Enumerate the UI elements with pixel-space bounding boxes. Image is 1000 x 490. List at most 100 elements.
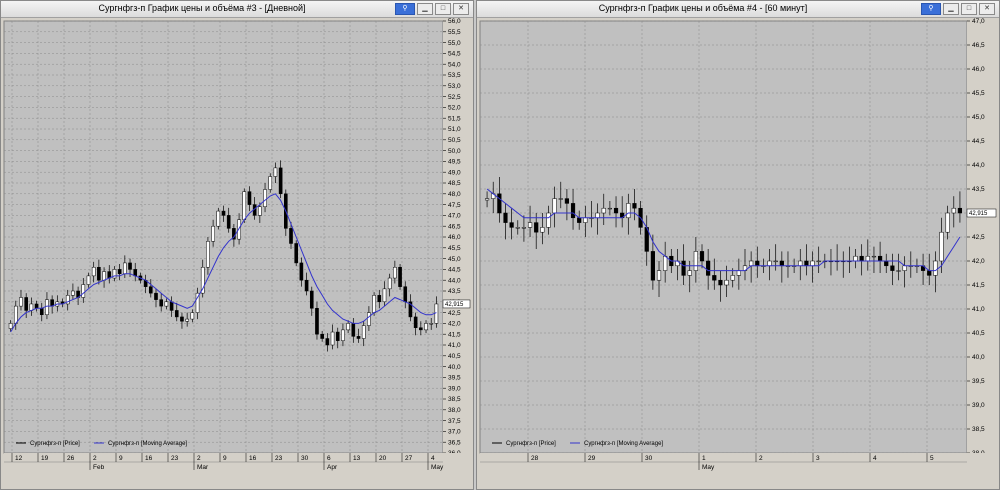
candle-body bbox=[304, 279, 309, 292]
x-month-label: Feb bbox=[93, 464, 105, 471]
candle-body bbox=[552, 198, 557, 214]
right-titlebar[interactable]: Сургнфгз-п График цены и объёма #4 - [60… bbox=[477, 1, 999, 18]
candle-body bbox=[24, 297, 28, 311]
hourly-price-chart[interactable]: 38,038,539,039,540,040,541,041,542,042,5… bbox=[477, 18, 999, 489]
legend-label: Сургнфгз-п [Moving Average] bbox=[584, 441, 663, 447]
candle-body bbox=[767, 260, 772, 267]
x-tick-label: 23 bbox=[275, 455, 283, 462]
pin-icon[interactable]: ⚲ bbox=[921, 3, 941, 15]
candle-body bbox=[816, 260, 821, 263]
candle-body bbox=[945, 212, 950, 233]
candle-body bbox=[403, 286, 408, 303]
y-tick-label: 38,0 bbox=[448, 407, 461, 414]
y-tick-label: 39,5 bbox=[972, 378, 985, 385]
y-tick-label: 56,0 bbox=[448, 18, 461, 25]
candle-body bbox=[515, 227, 520, 229]
candle-body bbox=[361, 325, 366, 339]
y-tick-label: 46,5 bbox=[972, 42, 985, 49]
minimize-button[interactable]: ▁ bbox=[417, 3, 433, 15]
candle-body bbox=[429, 323, 434, 325]
x-tick-label: 9 bbox=[119, 455, 123, 462]
y-tick-label: 52,5 bbox=[448, 94, 461, 101]
candle-body bbox=[309, 290, 314, 309]
candle-body bbox=[798, 260, 803, 267]
y-tick-label: 43,5 bbox=[972, 186, 985, 193]
candle-body bbox=[273, 167, 278, 177]
candle-body bbox=[351, 323, 356, 337]
y-tick-label: 55,0 bbox=[448, 40, 461, 47]
candle-body bbox=[853, 255, 858, 262]
candle-body bbox=[558, 198, 563, 200]
candle-body bbox=[148, 286, 153, 294]
y-tick-label: 47,0 bbox=[972, 18, 985, 25]
y-tick-label: 50,5 bbox=[448, 137, 461, 144]
x-tick-label: 27 bbox=[405, 455, 413, 462]
candle-body bbox=[268, 176, 273, 190]
candle-body bbox=[377, 295, 382, 303]
candle-body bbox=[86, 275, 91, 285]
x-month-label: Apr bbox=[327, 464, 338, 471]
candle-body bbox=[413, 316, 418, 328]
candle-body bbox=[601, 207, 606, 214]
candle-body bbox=[663, 255, 668, 271]
minimize-button[interactable]: ▁ bbox=[943, 3, 959, 15]
candle-body bbox=[91, 266, 96, 277]
candle-body bbox=[878, 255, 883, 262]
y-tick-label: 40,0 bbox=[448, 364, 461, 371]
candle-body bbox=[810, 260, 815, 267]
x-tick-label: 2 bbox=[759, 455, 763, 462]
maximize-button[interactable]: □ bbox=[961, 3, 977, 15]
x-month-label: May bbox=[702, 464, 715, 471]
close-button[interactable]: ✕ bbox=[453, 3, 469, 15]
candle-body bbox=[315, 308, 319, 335]
candle-body bbox=[398, 266, 402, 287]
y-tick-label: 48,5 bbox=[448, 180, 461, 187]
legend-label: Сургнфгз-п [Price] bbox=[506, 441, 556, 447]
close-button[interactable]: ✕ bbox=[979, 3, 995, 15]
candle-body bbox=[123, 262, 127, 274]
candle-body bbox=[164, 301, 169, 307]
y-tick-label: 41,0 bbox=[448, 342, 461, 349]
candle-body bbox=[247, 191, 252, 205]
pin-icon[interactable]: ⚲ bbox=[395, 3, 415, 15]
candle-body bbox=[570, 203, 576, 219]
y-tick-label: 46,0 bbox=[972, 66, 985, 73]
x-tick-label: 6 bbox=[327, 455, 331, 462]
candle-body bbox=[226, 215, 231, 229]
y-tick-label: 42,0 bbox=[972, 258, 985, 265]
candle-body bbox=[34, 303, 39, 309]
y-tick-label: 47,0 bbox=[448, 213, 461, 220]
candle-body bbox=[699, 251, 705, 262]
candle-body bbox=[335, 331, 340, 341]
x-tick-label: 13 bbox=[353, 455, 361, 462]
candle-body bbox=[320, 333, 324, 339]
maximize-button[interactable]: □ bbox=[435, 3, 451, 15]
y-tick-label: 37,5 bbox=[448, 418, 461, 425]
candle-body bbox=[39, 308, 44, 316]
y-tick-label: 53,5 bbox=[448, 72, 461, 79]
daily-price-chart[interactable]: 36,036,537,037,538,038,539,039,540,040,5… bbox=[1, 18, 473, 489]
y-tick-label: 46,5 bbox=[448, 223, 461, 230]
candle-body bbox=[216, 210, 221, 227]
x-tick-label: 20 bbox=[379, 455, 387, 462]
y-tick-label: 51,0 bbox=[448, 126, 461, 133]
left-titlebar[interactable]: Сургнфгз-п График цены и объёма #3 - [Дн… bbox=[1, 1, 473, 18]
candle-body bbox=[221, 210, 226, 216]
y-tick-label: 41,5 bbox=[448, 331, 461, 338]
x-tick-label: 9 bbox=[223, 455, 227, 462]
y-tick-label: 36,5 bbox=[448, 439, 461, 446]
candle-body bbox=[540, 227, 545, 233]
candle-body bbox=[330, 331, 335, 346]
candle-body bbox=[372, 295, 376, 313]
candle-body bbox=[656, 270, 662, 281]
candle-body bbox=[258, 206, 262, 216]
y-tick-label: 39,0 bbox=[972, 402, 985, 409]
candle-body bbox=[393, 266, 397, 279]
y-tick-label: 54,5 bbox=[448, 51, 461, 58]
candle-body bbox=[503, 212, 508, 223]
candle-body bbox=[939, 231, 944, 262]
candle-body bbox=[933, 260, 938, 276]
candle-body bbox=[263, 189, 267, 208]
y-tick-label: 44,0 bbox=[972, 162, 985, 169]
candle-body bbox=[718, 279, 723, 286]
